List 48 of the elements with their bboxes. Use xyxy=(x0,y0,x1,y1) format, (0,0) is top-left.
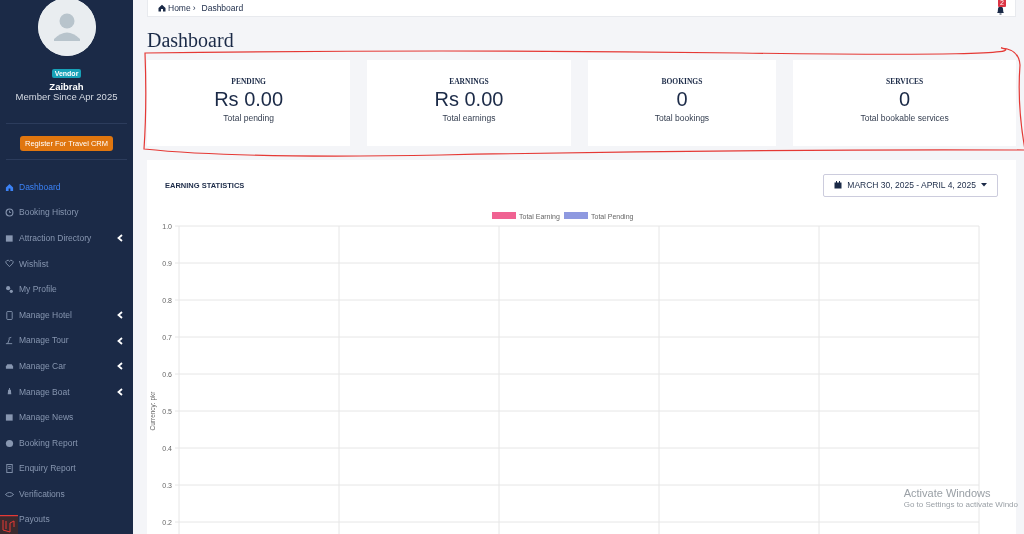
stat-caption: Total bookable services xyxy=(859,112,950,125)
menu-icon xyxy=(5,412,14,422)
menu-icon xyxy=(5,285,14,294)
menu-icon xyxy=(5,464,14,474)
menu-icon xyxy=(5,310,14,320)
menu-icon xyxy=(5,208,14,218)
sidebar-item[interactable]: My Profile xyxy=(0,276,133,303)
menu-icon xyxy=(5,182,14,192)
os-notice-text: Go to Settings to activate Windo xyxy=(903,500,1018,510)
sidebar-item[interactable]: Manage Hotel xyxy=(0,302,133,328)
page-title: Dashboard xyxy=(147,28,235,52)
sidebar-item[interactable]: Verifications xyxy=(0,481,133,508)
home-icon xyxy=(158,4,166,12)
sidebar-item[interactable]: Enquiry Report xyxy=(0,455,133,482)
stat-caption: Total bookings xyxy=(653,112,711,125)
sidebar-item[interactable]: Booking Report xyxy=(0,430,133,456)
menu-icon xyxy=(5,438,14,448)
menu-icon xyxy=(5,387,14,397)
menu-icon xyxy=(5,336,14,346)
sidebar-item[interactable]: Booking History xyxy=(0,199,133,226)
menu-icon xyxy=(5,233,14,243)
stat-value: 0 xyxy=(675,87,689,113)
menu-icon xyxy=(5,489,14,499)
sidebar-item[interactable]: Manage Tour xyxy=(0,327,133,354)
breadcrumb-link[interactable]: Home xyxy=(168,1,191,15)
sidebar-item[interactable]: Attraction Directory xyxy=(0,225,133,252)
breadcrumb-separator: › xyxy=(192,1,196,15)
sidebar-item[interactable]: Dashboard xyxy=(0,174,133,200)
sidebar-item[interactable]: Manage Car xyxy=(0,353,133,380)
sidebar-item[interactable]: Manage News xyxy=(0,404,133,431)
os-notice-title: Activate Windows xyxy=(903,487,992,501)
stat-caption: Total pending xyxy=(222,112,275,125)
user-name: Zaibrah xyxy=(48,80,85,92)
avatar-icon xyxy=(37,0,96,56)
member-since-text: Member Since Apr 2025 xyxy=(14,91,119,103)
stat-value: Rs 0.00 xyxy=(213,87,285,113)
menu-icon xyxy=(5,259,14,269)
stat-value: 0 xyxy=(898,87,912,113)
caret-icon xyxy=(981,183,987,188)
stat-caption: Total earnings xyxy=(441,112,497,125)
breadcrumb-current[interactable]: Dashboard xyxy=(201,1,244,15)
sidebar-item[interactable]: Wishlist xyxy=(0,251,133,277)
stat-value: Rs 0.00 xyxy=(433,87,505,113)
date-range-button[interactable]: MARCH 30, 2025 - APRIL 4, 2025 xyxy=(823,174,998,197)
calendar-icon xyxy=(834,181,843,190)
sidebar-item[interactable]: Manage Boat xyxy=(0,379,133,405)
menu-icon xyxy=(5,361,14,371)
debug-bar-icon[interactable] xyxy=(0,515,18,534)
